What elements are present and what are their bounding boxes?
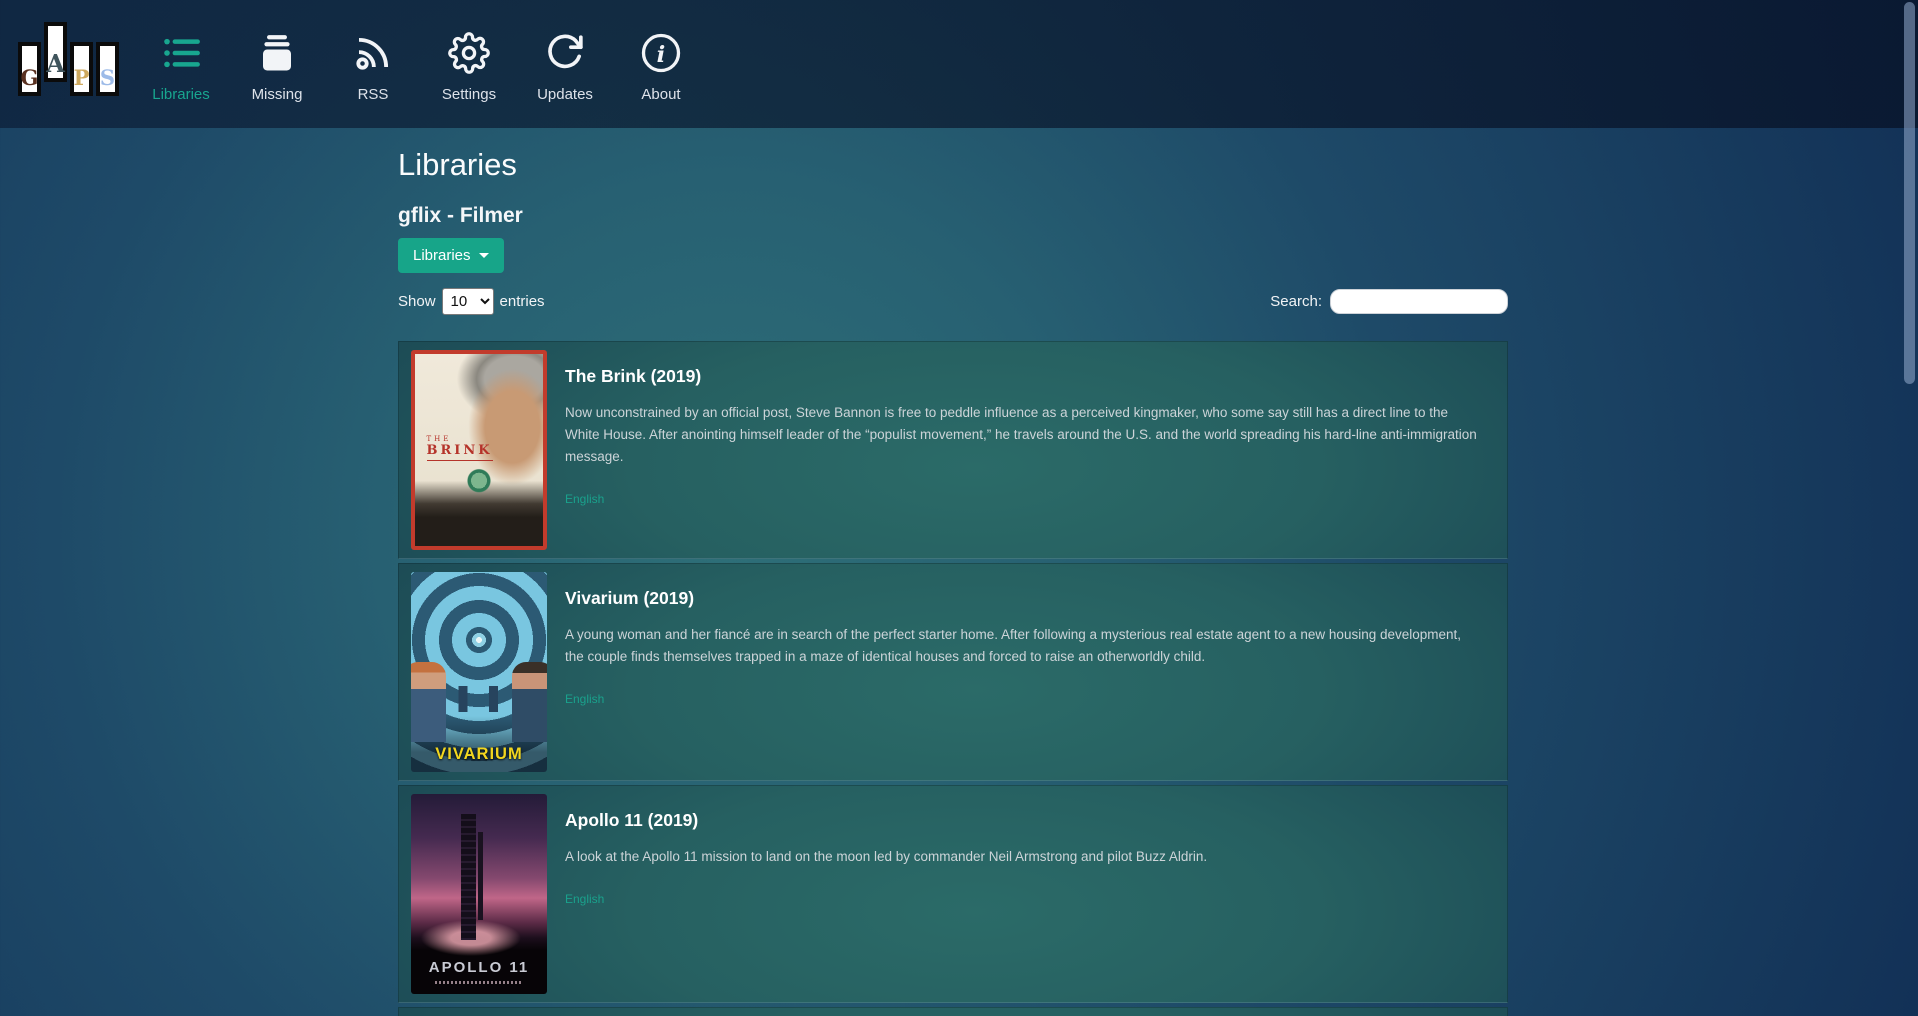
navbar: G A P S Libraries xyxy=(0,0,1918,128)
poster-text: THE BRINK xyxy=(427,435,493,461)
movie-row-vivarium: VIVARIUM Vivarium (2019) A young woman a… xyxy=(398,563,1508,781)
show-label: Show xyxy=(398,293,436,310)
info-icon: i xyxy=(640,24,682,82)
movie-list: THE BRINK The Brink (2019) Now unconstra… xyxy=(398,341,1508,1016)
libraries-dropdown-button[interactable]: Libraries xyxy=(398,238,504,273)
nav-label: Updates xyxy=(537,86,593,103)
page-title: Libraries xyxy=(398,145,1508,185)
nav-item-rss[interactable]: RSS xyxy=(325,20,421,103)
refresh-icon xyxy=(545,24,585,82)
nav-label: RSS xyxy=(358,86,389,103)
table-controls: Show 10 entries Search: xyxy=(398,288,1508,315)
gaps-logo[interactable]: G A P S xyxy=(18,18,119,96)
movie-poster-the-brink: THE BRINK xyxy=(411,350,547,550)
chevron-down-icon xyxy=(479,253,489,258)
poster-figures-middle xyxy=(447,686,511,712)
nav-label: About xyxy=(641,86,680,103)
page-size-select[interactable]: 10 xyxy=(442,288,494,315)
nav-label: Libraries xyxy=(152,86,210,103)
movie-language-badge: English xyxy=(565,492,1483,506)
gear-icon xyxy=(448,24,490,82)
search-input[interactable] xyxy=(1330,289,1508,314)
entries-label: entries xyxy=(500,293,545,310)
poster-figure-right xyxy=(512,662,547,742)
nav-label: Missing xyxy=(252,86,303,103)
movie-description: A young woman and her fiancé are in sear… xyxy=(565,624,1483,668)
libraries-dropdown-label: Libraries xyxy=(413,247,471,264)
nav-item-missing[interactable]: Missing xyxy=(229,20,325,103)
nav-items: Libraries Missing RSS xyxy=(133,20,709,103)
movie-title: The Brink (2019) xyxy=(565,366,1483,387)
movie-poster-apollo-11: APOLLO 11 xyxy=(411,794,547,994)
list-icon xyxy=(160,24,202,82)
movie-info: The Brink (2019) Now unconstrained by an… xyxy=(565,350,1483,550)
movie-row-the-brink: THE BRINK The Brink (2019) Now unconstra… xyxy=(398,341,1508,559)
library-subtitle: gflix - Filmer xyxy=(398,203,1508,229)
search-group: Search: xyxy=(1270,289,1508,314)
nav-item-settings[interactable]: Settings xyxy=(421,20,517,103)
search-label: Search: xyxy=(1270,293,1322,310)
movie-language-badge: English xyxy=(565,892,1483,906)
poster-launch-tower xyxy=(461,814,476,940)
show-entries-group: Show 10 entries xyxy=(398,288,545,315)
movie-info: Apollo 11 (2019) A look at the Apollo 11… xyxy=(565,794,1483,994)
rss-icon xyxy=(352,24,394,82)
logo-letter-g: G xyxy=(18,42,41,96)
logo-letter-s: S xyxy=(96,42,119,96)
nav-item-about[interactable]: i About xyxy=(613,20,709,103)
nav-item-libraries[interactable]: Libraries xyxy=(133,20,229,103)
movie-title: Apollo 11 (2019) xyxy=(565,810,1483,831)
vertical-scrollbar-thumb[interactable] xyxy=(1904,2,1915,384)
logo-letter-a: A xyxy=(44,22,67,82)
movie-description: A look at the Apollo 11 mission to land … xyxy=(565,846,1483,868)
movie-row-partial xyxy=(398,1007,1508,1016)
main-content: Libraries gflix - Filmer Libraries Show … xyxy=(398,145,1508,1016)
logo-letter-p: P xyxy=(70,42,93,96)
poster-tagline xyxy=(435,981,522,984)
poster-text: APOLLO 11 xyxy=(411,959,547,976)
movie-row-apollo-11: APOLLO 11 Apollo 11 (2019) A look at the… xyxy=(398,785,1508,1003)
nav-item-updates[interactable]: Updates xyxy=(517,20,613,103)
poster-text: VIVARIUM xyxy=(411,745,547,764)
svg-text:i: i xyxy=(657,42,666,68)
movie-language-badge: English xyxy=(565,692,1483,706)
poster-figure-left xyxy=(411,662,446,742)
nav-label: Settings xyxy=(442,86,496,103)
movie-poster-vivarium: VIVARIUM xyxy=(411,572,547,772)
movie-description: Now unconstrained by an official post, S… xyxy=(565,402,1483,468)
movie-title: Vivarium (2019) xyxy=(565,588,1483,609)
movie-info: Vivarium (2019) A young woman and her fi… xyxy=(565,572,1483,772)
box-icon xyxy=(256,24,298,82)
